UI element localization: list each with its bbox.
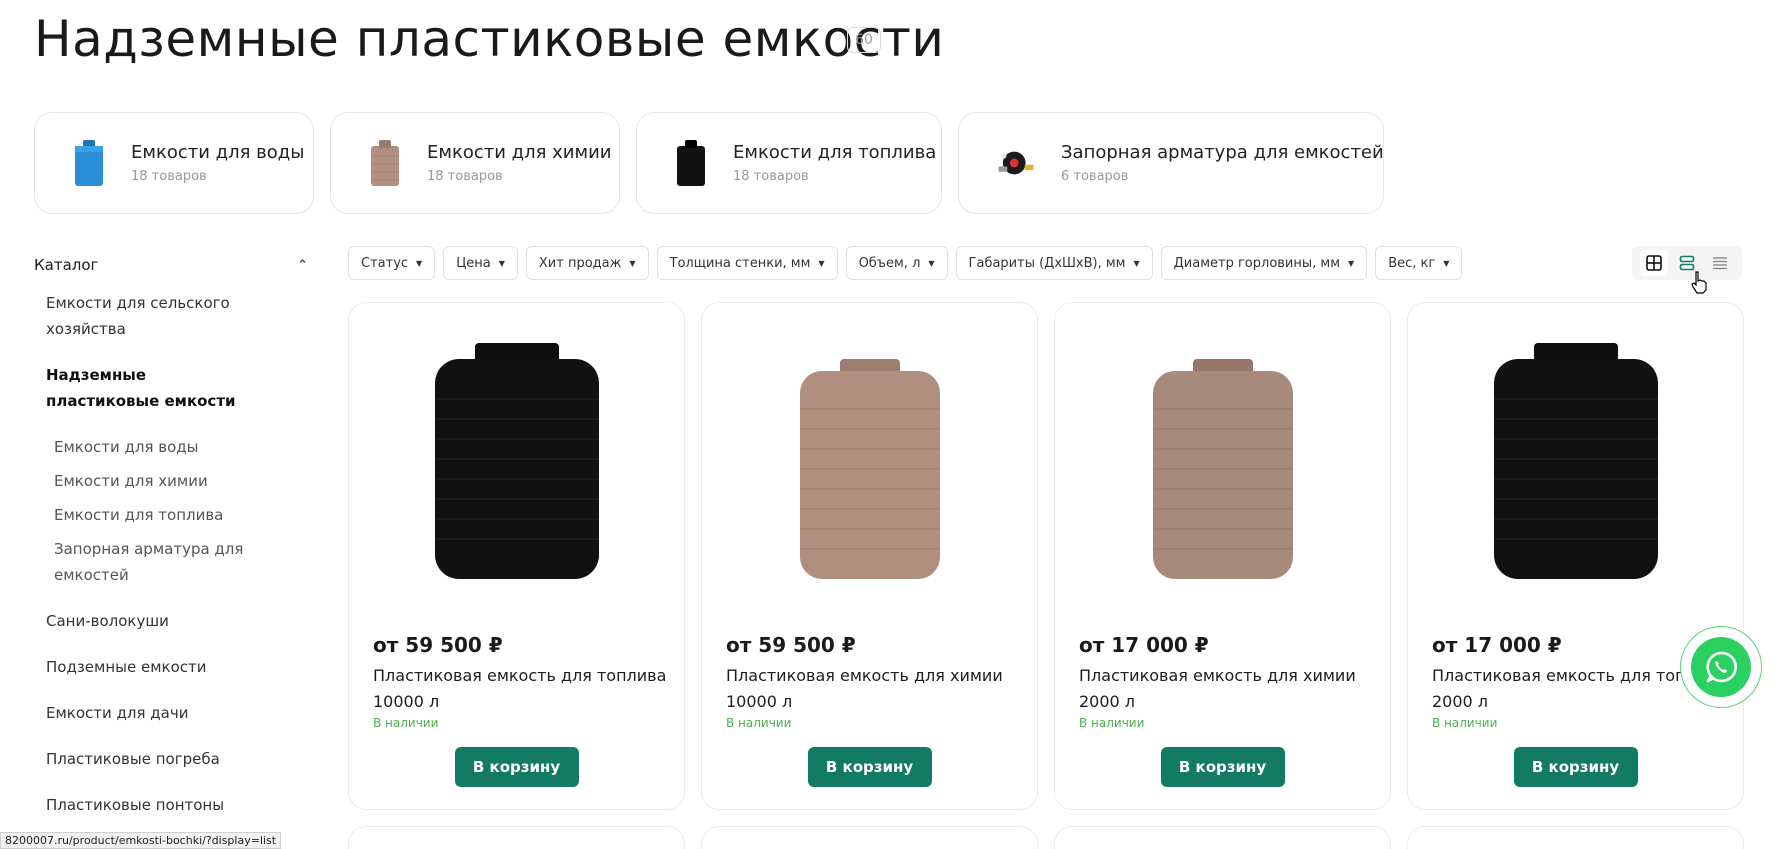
caret-down-icon: ▼ bbox=[498, 258, 505, 268]
product-name[interactable]: Пластиковая емкость для химии 10000 л bbox=[726, 663, 1026, 715]
filter-dimensions[interactable]: Габариты (ДхШхВ), мм ▼ bbox=[955, 246, 1153, 280]
add-to-cart-button[interactable]: В корзину bbox=[1160, 747, 1285, 787]
category-name: Емкости для топлива bbox=[733, 142, 937, 163]
sidebar-item-underground[interactable]: Подземные емкости bbox=[34, 654, 314, 680]
sidebar-subitem-water[interactable]: Емкости для воды bbox=[34, 434, 314, 460]
category-cards: Емкости для воды 18 товаров Емкости для … bbox=[34, 112, 1384, 214]
product-price: от 17 000 ₽ bbox=[1079, 633, 1209, 657]
beige-tank-icon bbox=[367, 135, 403, 191]
filter-label: Хит продаж bbox=[538, 255, 622, 271]
catalog-sidebar: Каталог ⌃ Емкости для сельского хозяйств… bbox=[34, 256, 314, 818]
stock-status: В наличии bbox=[1079, 716, 1145, 730]
product-card[interactable]: от 59 500 ₽ Пластиковая емкость для хими… bbox=[701, 302, 1038, 810]
product-card-partial[interactable] bbox=[1407, 826, 1744, 849]
black-tank-icon bbox=[673, 135, 709, 191]
sidebar-item-sleds[interactable]: Сани-волокуши bbox=[34, 608, 314, 634]
category-card-water[interactable]: Емкости для воды 18 товаров bbox=[34, 112, 314, 214]
filter-volume[interactable]: Объем, л ▼ bbox=[845, 246, 948, 280]
filter-label: Толщина стенки, мм bbox=[669, 255, 811, 271]
product-count-badge: 60 bbox=[847, 27, 881, 53]
sidebar-item-agriculture[interactable]: Емкости для сельского хозяйства bbox=[34, 290, 244, 342]
product-price: от 59 500 ₽ bbox=[373, 633, 503, 657]
table-view-icon[interactable] bbox=[1706, 250, 1734, 276]
filter-status[interactable]: Статус ▼ bbox=[348, 246, 436, 280]
category-count: 6 товаров bbox=[1061, 169, 1129, 184]
stock-status: В наличии bbox=[726, 716, 792, 730]
blue-tank-icon bbox=[71, 135, 107, 191]
sidebar-subitem-valves[interactable]: Запорная арматура для емкостей bbox=[34, 536, 244, 588]
product-card[interactable]: от 17 000 ₽ Пластиковая емкость для топл… bbox=[1407, 302, 1744, 810]
stock-status: В наличии bbox=[1432, 716, 1498, 730]
product-image[interactable] bbox=[1466, 329, 1686, 609]
caret-down-icon: ▼ bbox=[1348, 258, 1355, 268]
page-title: Надземные пластиковые емкости bbox=[34, 10, 945, 68]
filter-label: Статус bbox=[361, 255, 409, 271]
filter-neck-diameter[interactable]: Диаметр горловины, мм ▼ bbox=[1160, 246, 1368, 280]
sidebar-item-cellars[interactable]: Пластиковые погреба bbox=[34, 746, 314, 772]
chevron-up-icon[interactable]: ⌃ bbox=[297, 258, 308, 273]
caret-down-icon: ▼ bbox=[818, 258, 825, 268]
filter-wall-thickness[interactable]: Толщина стенки, мм ▼ bbox=[656, 246, 838, 280]
product-card[interactable]: от 17 000 ₽ Пластиковая емкость для хими… bbox=[1054, 302, 1391, 810]
add-to-cart-button[interactable]: В корзину bbox=[807, 747, 932, 787]
grid-view-icon[interactable] bbox=[1640, 250, 1669, 276]
sidebar-subitem-chemicals[interactable]: Емкости для химии bbox=[34, 468, 314, 494]
caret-down-icon: ▼ bbox=[629, 258, 636, 268]
view-mode-toggle bbox=[1632, 246, 1742, 280]
category-card-fuel[interactable]: Емкости для топлива 18 товаров bbox=[636, 112, 942, 214]
filter-price[interactable]: Цена ▼ bbox=[443, 246, 518, 280]
sidebar-item-dacha[interactable]: Емкости для дачи bbox=[34, 700, 314, 726]
product-card-partial[interactable] bbox=[348, 826, 685, 849]
caret-down-icon: ▼ bbox=[1133, 258, 1140, 268]
filter-label: Габариты (ДхШхВ), мм bbox=[968, 255, 1126, 271]
caret-down-icon: ▼ bbox=[1443, 258, 1450, 268]
filter-bar: Статус ▼ Цена ▼ Хит продаж ▼ Толщина стенки… bbox=[348, 246, 1463, 280]
add-to-cart-button[interactable]: В корзину bbox=[1513, 747, 1638, 787]
category-name: Запорная арматура для емкостей bbox=[1061, 142, 1384, 163]
category-count: 18 товаров bbox=[733, 169, 809, 184]
caret-down-icon: ▼ bbox=[416, 258, 423, 268]
category-name: Емкости для химии bbox=[427, 142, 612, 163]
hand-cursor-icon bbox=[1690, 270, 1708, 298]
filter-label: Вес, кг bbox=[1388, 255, 1436, 271]
product-card-partial[interactable] bbox=[701, 826, 1038, 849]
valve-fittings-icon bbox=[995, 135, 1037, 191]
caret-down-icon: ▼ bbox=[928, 258, 935, 268]
category-count: 18 товаров bbox=[427, 169, 503, 184]
filter-label: Диаметр горловины, мм bbox=[1173, 255, 1341, 271]
filter-label: Цена bbox=[456, 255, 491, 271]
product-name[interactable]: Пластиковая емкость для химии 2000 л bbox=[1079, 663, 1379, 715]
product-image[interactable] bbox=[760, 329, 980, 609]
filter-label: Объем, л bbox=[858, 255, 921, 271]
category-count: 18 товаров bbox=[131, 169, 207, 184]
product-card[interactable]: от 59 500 ₽ Пластиковая емкость для топл… bbox=[348, 302, 685, 810]
category-name: Емкости для воды bbox=[131, 142, 305, 163]
filter-weight[interactable]: Вес, кг ▼ bbox=[1375, 246, 1463, 280]
filter-bestseller[interactable]: Хит продаж ▼ bbox=[525, 246, 649, 280]
catalog-header[interactable]: Каталог ⌃ bbox=[34, 256, 314, 274]
product-price: от 59 500 ₽ bbox=[726, 633, 856, 657]
whatsapp-icon bbox=[1691, 637, 1751, 697]
sidebar-subitem-fuel[interactable]: Емкости для топлива bbox=[34, 502, 314, 528]
product-price: от 17 000 ₽ bbox=[1432, 633, 1562, 657]
product-image[interactable] bbox=[407, 329, 627, 609]
category-card-chemicals[interactable]: Емкости для химии 18 товаров bbox=[330, 112, 620, 214]
sidebar-item-aboveground[interactable]: Надземные пластиковые емкости bbox=[34, 362, 244, 414]
product-image[interactable] bbox=[1113, 329, 1333, 609]
whatsapp-button[interactable] bbox=[1680, 626, 1762, 708]
product-name[interactable]: Пластиковая емкость для топлива 10000 л bbox=[373, 663, 673, 715]
product-card-partial[interactable] bbox=[1054, 826, 1391, 849]
sidebar-item-pontoons[interactable]: Пластиковые понтоны bbox=[34, 792, 314, 818]
browser-status-url: 8200007.ru/product/emkosti-bochki/?displ… bbox=[0, 832, 282, 849]
category-card-valves[interactable]: Запорная арматура для емкостей 6 товаров bbox=[958, 112, 1384, 214]
product-grid: от 59 500 ₽ Пластиковая емкость для топл… bbox=[348, 302, 1744, 810]
product-grid-next-row bbox=[348, 826, 1744, 849]
catalog-title: Каталог bbox=[34, 256, 99, 274]
stock-status: В наличии bbox=[373, 716, 439, 730]
add-to-cart-button[interactable]: В корзину bbox=[454, 747, 579, 787]
